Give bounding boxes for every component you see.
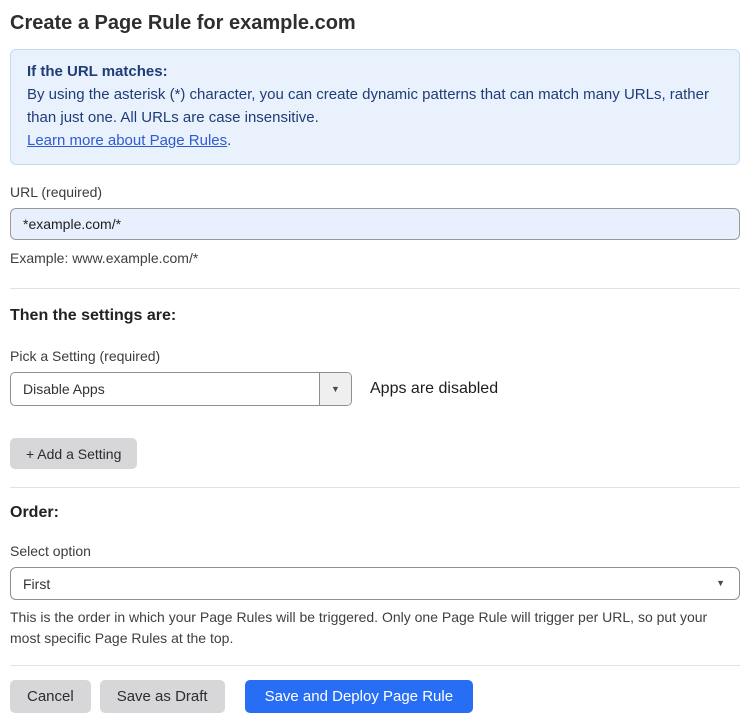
section-divider: [10, 487, 740, 488]
page-title: Create a Page Rule for example.com: [10, 12, 356, 34]
url-label: URL (required): [10, 184, 103, 200]
setting-status-text: Apps are disabled: [370, 380, 499, 397]
footer-actions: Cancel Save as Draft Save and Deploy Pag…: [10, 680, 740, 713]
setting-select-value: Disable Apps: [23, 381, 105, 397]
learn-more-link[interactable]: Learn more about Page Rules: [27, 132, 227, 149]
info-box-heading: If the URL matches:: [27, 63, 168, 80]
setting-select-arrow-button[interactable]: ▼: [319, 373, 351, 405]
cancel-button[interactable]: Cancel: [10, 680, 91, 713]
order-help-text: This is the order in which your Page Rul…: [10, 609, 708, 646]
settings-section-heading: Then the settings are:: [10, 307, 177, 324]
order-select[interactable]: First ▼: [10, 567, 740, 600]
footer-divider: [10, 665, 740, 666]
url-match-info-box: If the URL matches: By using the asteris…: [10, 49, 740, 165]
create-page-rule-panel: Create a Page Rule for example.com If th…: [0, 0, 750, 727]
chevron-down-icon: ▼: [331, 383, 340, 394]
url-input[interactable]: [10, 208, 740, 240]
chevron-down-icon: ▼: [716, 578, 725, 588]
pick-setting-label: Pick a Setting (required): [10, 348, 161, 364]
setting-row: Disable Apps ▼ Apps are disabled: [10, 372, 740, 406]
info-link-suffix: .: [227, 132, 232, 149]
save-deploy-button[interactable]: Save and Deploy Page Rule: [244, 680, 474, 713]
url-example-hint: Example: www.example.com/*: [10, 250, 199, 266]
section-divider: [10, 288, 740, 289]
save-draft-button[interactable]: Save as Draft: [99, 680, 225, 713]
order-select-label: Select option: [10, 543, 91, 559]
order-select-value: First: [23, 575, 51, 592]
setting-select[interactable]: Disable Apps ▼: [10, 372, 352, 406]
info-box-body: By using the asterisk (*) character, you…: [27, 86, 709, 126]
info-box-link-line: Learn more about Page Rules.: [27, 129, 723, 152]
order-section-heading: Order:: [10, 504, 59, 521]
add-setting-button[interactable]: + Add a Setting: [10, 438, 138, 469]
